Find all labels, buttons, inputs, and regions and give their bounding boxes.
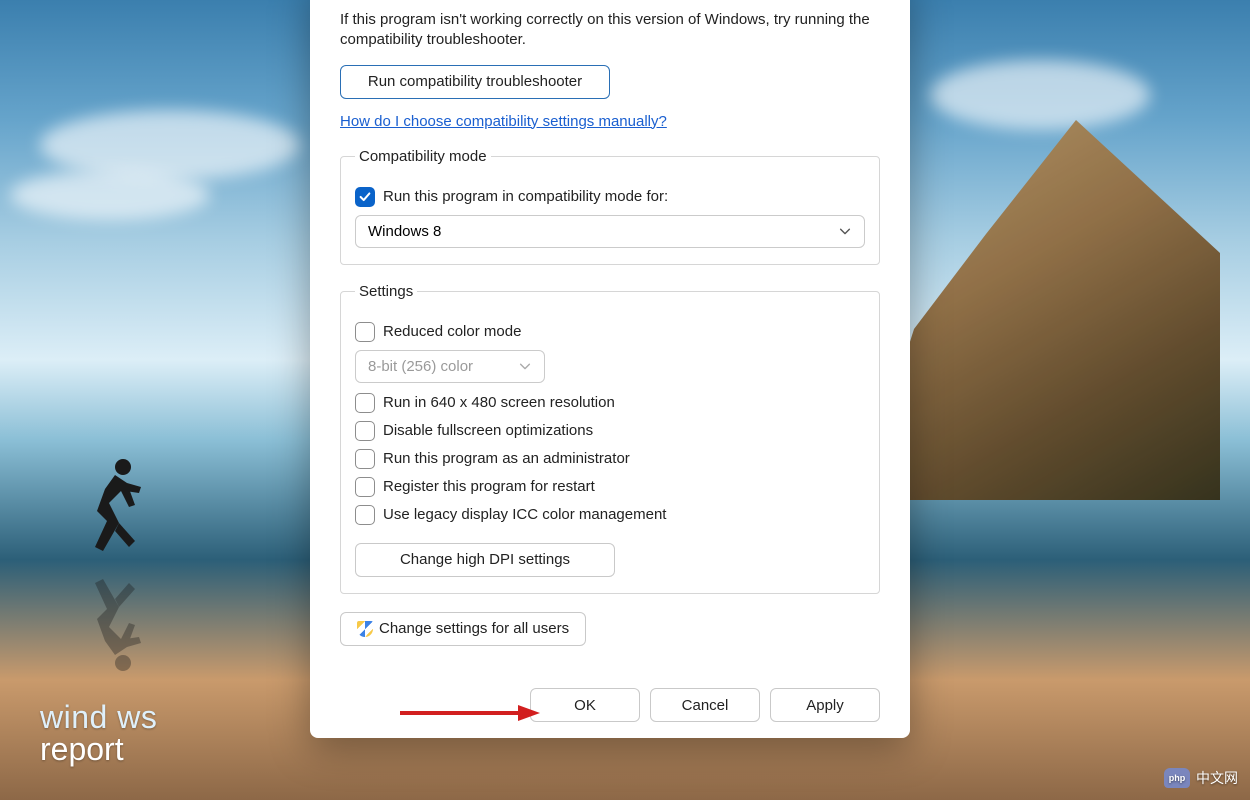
cloud-decoration bbox=[930, 60, 1150, 130]
run-as-admin-label: Run this program as an administrator bbox=[383, 450, 630, 467]
compat-mode-os-select[interactable]: Windows 8 bbox=[355, 215, 865, 248]
cancel-button[interactable]: Cancel bbox=[650, 688, 760, 722]
watermark-line2: report bbox=[40, 733, 157, 765]
intro-text: If this program isn't working correctly … bbox=[340, 10, 880, 51]
chevron-down-icon bbox=[518, 359, 532, 373]
php-elephant-icon bbox=[1164, 768, 1190, 788]
reduced-color-select[interactable]: 8-bit (256) color bbox=[355, 350, 545, 383]
legacy-icc-label: Use legacy display ICC color management bbox=[383, 506, 666, 523]
button-label: Cancel bbox=[682, 697, 729, 714]
windows-report-watermark: wind ws report bbox=[40, 701, 157, 765]
button-label: Apply bbox=[806, 697, 844, 714]
runner-silhouette bbox=[85, 455, 145, 565]
button-label: Change high DPI settings bbox=[400, 551, 570, 568]
phpcn-watermark: 中文网 bbox=[1164, 768, 1238, 788]
cloud-decoration bbox=[10, 170, 210, 220]
chevron-down-icon bbox=[838, 224, 852, 238]
legacy-icc-checkbox[interactable] bbox=[355, 505, 375, 525]
disable-fullscreen-checkbox[interactable] bbox=[355, 421, 375, 441]
compatibility-mode-group: Compatibility mode Run this program in c… bbox=[340, 148, 880, 265]
phpcn-text: 中文网 bbox=[1196, 768, 1238, 788]
reduced-color-checkbox[interactable] bbox=[355, 322, 375, 342]
button-label: Run compatibility troubleshooter bbox=[368, 73, 582, 90]
disable-fullscreen-label: Disable fullscreen optimizations bbox=[383, 422, 593, 439]
select-value: Windows 8 bbox=[368, 223, 441, 240]
run-640x480-checkbox[interactable] bbox=[355, 393, 375, 413]
runner-reflection bbox=[85, 565, 145, 675]
button-label: Change settings for all users bbox=[379, 620, 569, 637]
mountain-decoration bbox=[860, 120, 1220, 500]
run-compatibility-troubleshooter-button[interactable]: Run compatibility troubleshooter bbox=[340, 65, 610, 99]
compat-mode-checkbox-label: Run this program in compatibility mode f… bbox=[383, 188, 668, 205]
check-icon bbox=[358, 190, 372, 204]
run-640x480-label: Run in 640 x 480 screen resolution bbox=[383, 394, 615, 411]
compatibility-mode-legend: Compatibility mode bbox=[355, 148, 491, 165]
reduced-color-label: Reduced color mode bbox=[383, 323, 521, 340]
button-label: OK bbox=[574, 697, 596, 714]
dialog-buttons-row: OK Cancel Apply bbox=[340, 670, 880, 722]
settings-legend: Settings bbox=[355, 283, 417, 300]
change-high-dpi-button[interactable]: Change high DPI settings bbox=[355, 543, 615, 577]
settings-group: Settings Reduced color mode 8-bit (256) … bbox=[340, 283, 880, 594]
compat-mode-checkbox[interactable] bbox=[355, 187, 375, 207]
desktop-background: wind ws report 中文网 If this program isn't… bbox=[0, 0, 1250, 800]
ok-button[interactable]: OK bbox=[530, 688, 640, 722]
watermark-line1: wind ws bbox=[40, 701, 157, 733]
apply-button[interactable]: Apply bbox=[770, 688, 880, 722]
change-settings-all-users-button[interactable]: Change settings for all users bbox=[340, 612, 586, 646]
compatibility-properties-dialog: If this program isn't working correctly … bbox=[310, 0, 910, 738]
register-restart-checkbox[interactable] bbox=[355, 477, 375, 497]
uac-shield-icon bbox=[357, 621, 373, 637]
help-manual-settings-link[interactable]: How do I choose compatibility settings m… bbox=[340, 113, 880, 130]
run-as-admin-checkbox[interactable] bbox=[355, 449, 375, 469]
register-restart-label: Register this program for restart bbox=[383, 478, 595, 495]
cloud-decoration bbox=[40, 110, 300, 180]
select-value: 8-bit (256) color bbox=[368, 358, 473, 375]
